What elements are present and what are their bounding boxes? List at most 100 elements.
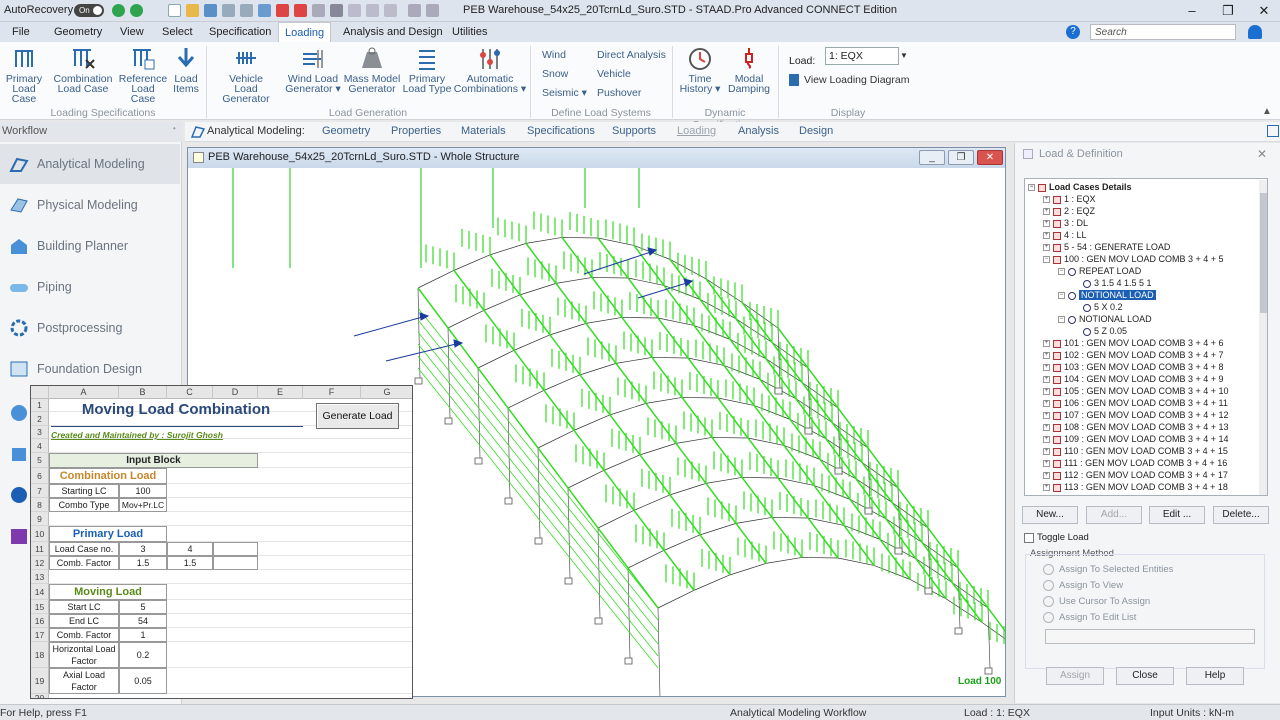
wind-button[interactable]: Wind	[542, 49, 566, 61]
open-folder-icon[interactable]	[186, 4, 199, 17]
automatic-combinations-button[interactable]: Automatic Combinations ▾	[453, 46, 527, 94]
row-number[interactable]: 6	[31, 468, 49, 484]
save-icon[interactable]	[204, 4, 217, 17]
collapse-icon[interactable]: −	[1058, 292, 1065, 300]
tab-materials[interactable]: Materials	[461, 125, 506, 137]
tree-scrollbar-thumb[interactable]	[1260, 193, 1267, 313]
edit-list-field[interactable]	[1045, 629, 1255, 644]
chevron-down-icon[interactable]: ▼	[899, 47, 909, 65]
view-minimize-button[interactable]: _	[919, 150, 945, 165]
tree-item[interactable]: − NOTIONAL LOAD	[1028, 313, 1258, 325]
row-number[interactable]: 7	[31, 484, 49, 498]
expand-icon[interactable]: +	[1043, 448, 1050, 456]
menu-geometry[interactable]: Geometry	[48, 22, 108, 42]
menu-specification[interactable]: Specification	[203, 22, 277, 42]
load-select[interactable]: 1: EQX	[825, 47, 899, 65]
time-history-button[interactable]: Time History ▾	[676, 46, 724, 94]
workflow-building-planner[interactable]: Building Planner	[0, 226, 180, 266]
comb-factor-3[interactable]	[213, 556, 258, 570]
tab-specifications[interactable]: Specifications	[527, 125, 595, 137]
menu-file[interactable]: File	[6, 22, 36, 42]
starting-lc-value[interactable]: 100	[119, 484, 167, 498]
tree-root[interactable]: − Load Cases Details	[1028, 181, 1258, 193]
col-g[interactable]: G	[361, 386, 412, 399]
workflow-postprocessing[interactable]: Postprocessing	[0, 308, 180, 348]
modal-damping-button[interactable]: Modal Damping	[726, 46, 772, 94]
collapse-icon[interactable]: −	[1028, 184, 1035, 192]
row-number[interactable]: 19	[31, 668, 49, 694]
seismic-button[interactable]: Seismic ▾	[542, 87, 587, 99]
tree-item[interactable]: +1 : EQX	[1028, 193, 1258, 205]
tree-item[interactable]: +104 : GEN MOV LOAD COMB 3 + 4 + 9	[1028, 373, 1258, 385]
settings-icon[interactable]	[330, 4, 343, 17]
new-file-icon[interactable]	[168, 4, 181, 17]
menu-loading[interactable]: Loading	[278, 22, 332, 42]
axial-load-factor-value[interactable]: 0.05	[119, 668, 167, 694]
toggle-load-checkbox[interactable]	[1024, 533, 1034, 543]
tree-item[interactable]: − REPEAT LOAD	[1028, 265, 1258, 277]
collapse-icon[interactable]: −	[1058, 268, 1065, 276]
tree-item[interactable]: −100 : GEN MOV LOAD COMB 3 + 4 + 5	[1028, 253, 1258, 265]
tree-item[interactable]: +113 : GEN MOV LOAD COMB 3 + 4 + 18	[1028, 481, 1258, 493]
snow-button[interactable]: Snow	[542, 68, 568, 80]
row-number[interactable]: 14	[31, 584, 49, 600]
expand-icon[interactable]: +	[1043, 388, 1050, 396]
expand-icon[interactable]: +	[1043, 352, 1050, 360]
row-number[interactable]: 2	[31, 412, 49, 426]
vehicle-button[interactable]: Vehicle	[597, 68, 631, 80]
load-cases-tree[interactable]: − Load Cases Details +1 : EQX +2 : EQZ +3 : …	[1024, 178, 1268, 496]
tree-item[interactable]: 3 1.5 4 1.5 5 1	[1028, 277, 1258, 289]
panel-close-icon[interactable]: ✕	[1257, 147, 1267, 161]
tree-item[interactable]: +4 : LL	[1028, 229, 1258, 241]
vehicle-load-generator-button[interactable]: Vehicle Load Generator	[210, 46, 282, 104]
workflow-analytical-modeling[interactable]: Analytical Modeling	[0, 144, 180, 184]
tree-item[interactable]: +3 : DL	[1028, 217, 1258, 229]
help-button[interactable]: Help	[1186, 667, 1244, 685]
end-lc-value[interactable]: 54	[119, 614, 167, 628]
radio-assign-selected[interactable]: Assign To Selected Entities	[1043, 564, 1173, 575]
tree-item[interactable]: +110 : GEN MOV LOAD COMB 3 + 4 + 15	[1028, 445, 1258, 457]
load-items-button[interactable]: Load Items	[170, 46, 202, 94]
tab-analysis[interactable]: Analysis	[738, 125, 779, 137]
restore-button[interactable]: ❐	[1216, 2, 1240, 20]
workflow-piping[interactable]: Piping	[0, 267, 180, 307]
tree-item[interactable]: − NOTIONAL LOAD	[1028, 289, 1258, 301]
comb-factor-1[interactable]: 1.5	[119, 556, 167, 570]
collapse-icon[interactable]: −	[1043, 256, 1050, 264]
autorecovery-toggle[interactable]: On	[74, 4, 104, 17]
row-number[interactable]: 3	[31, 426, 49, 439]
expand-icon[interactable]: +	[1043, 208, 1050, 216]
radio-assign-view[interactable]: Assign To View	[1043, 580, 1123, 591]
tab-properties[interactable]: Properties	[391, 125, 441, 137]
tree-item[interactable]: +112 : GEN MOV LOAD COMB 3 + 4 + 17	[1028, 469, 1258, 481]
moving-comb-factor-value[interactable]: 1	[119, 628, 167, 642]
workflow-icon-10[interactable]	[9, 527, 29, 545]
tree-item[interactable]: 5 X 0.2	[1028, 301, 1258, 313]
workflow-icon-7[interactable]	[9, 404, 29, 422]
workflow-icon-9[interactable]	[9, 486, 29, 504]
row-number[interactable]: 4	[31, 439, 49, 453]
workflow-foundation-design[interactable]: Foundation Design	[0, 349, 180, 389]
load-case-no-3[interactable]	[213, 542, 258, 556]
row-number[interactable]: 17	[31, 628, 49, 642]
start-lc-value[interactable]: 5	[119, 600, 167, 614]
edit-button[interactable]: Edit ...	[1149, 506, 1205, 524]
tree-item[interactable]: +105 : GEN MOV LOAD COMB 3 + 4 + 10	[1028, 385, 1258, 397]
tree-item[interactable]: +103 : GEN MOV LOAD COMB 3 + 4 + 8	[1028, 361, 1258, 373]
col-a[interactable]: A	[49, 386, 119, 399]
report-icon[interactable]	[276, 4, 289, 17]
primary-load-type-button[interactable]: Primary Load Type	[402, 46, 452, 94]
row-number[interactable]: 16	[31, 614, 49, 628]
new-button[interactable]: New...	[1022, 506, 1078, 524]
forward-icon[interactable]	[130, 4, 143, 17]
search-input[interactable]: Search	[1090, 24, 1236, 40]
tree-item[interactable]: +109 : GEN MOV LOAD COMB 3 + 4 + 14	[1028, 433, 1258, 445]
tree-item[interactable]: +108 : GEN MOV LOAD COMB 3 + 4 + 13	[1028, 421, 1258, 433]
close-button[interactable]: Close	[1116, 667, 1174, 685]
menu-utilities[interactable]: Utilities	[446, 22, 493, 42]
menu-view[interactable]: View	[114, 22, 150, 42]
tree-item[interactable]: +102 : GEN MOV LOAD COMB 3 + 4 + 7	[1028, 349, 1258, 361]
layout-icon[interactable]	[1267, 125, 1279, 137]
row-number[interactable]: 20	[31, 694, 49, 698]
expand-icon[interactable]: +	[1043, 376, 1050, 384]
